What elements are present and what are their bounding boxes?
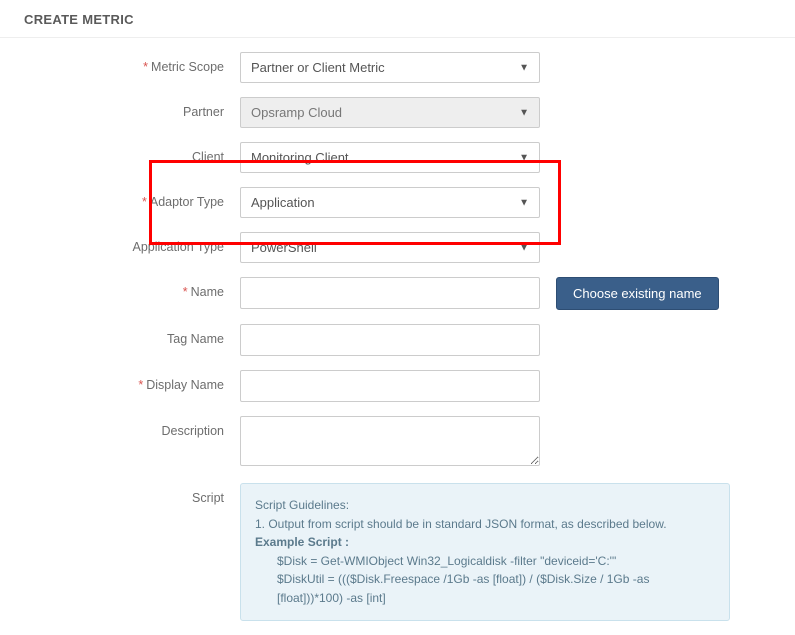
label-client: Client bbox=[0, 142, 240, 164]
label-partner: Partner bbox=[0, 97, 240, 119]
script-code-line-1: $Disk = Get-WMIObject Win32_Logicaldisk … bbox=[277, 552, 715, 571]
label-script: Script bbox=[0, 483, 240, 505]
script-guidelines-line1: 1. Output from script should be in stand… bbox=[255, 515, 715, 534]
label-description: Description bbox=[0, 416, 240, 438]
label-metric-scope: *Metric Scope bbox=[0, 52, 240, 74]
description-textarea[interactable] bbox=[240, 416, 540, 466]
chevron-down-icon: ▼ bbox=[519, 62, 529, 73]
label-display-name: *Display Name bbox=[0, 370, 240, 392]
chevron-down-icon: ▼ bbox=[519, 242, 529, 253]
choose-existing-name-button[interactable]: Choose existing name bbox=[556, 277, 719, 310]
script-guidelines-heading: Script Guidelines: bbox=[255, 496, 715, 515]
adaptor-type-select[interactable]: Application ▼ bbox=[240, 187, 540, 218]
script-guidelines-panel: Script Guidelines: 1. Output from script… bbox=[240, 483, 730, 621]
display-name-input[interactable] bbox=[240, 370, 540, 402]
create-metric-form: *Metric Scope Partner or Client Metric ▼… bbox=[0, 38, 795, 621]
application-type-select[interactable]: PowerShell ▼ bbox=[240, 232, 540, 263]
script-example-label: Example Script : bbox=[255, 533, 715, 552]
chevron-down-icon: ▼ bbox=[519, 107, 529, 118]
label-adaptor-type: *Adaptor Type bbox=[0, 187, 240, 209]
label-tag-name: Tag Name bbox=[0, 324, 240, 346]
partner-select[interactable]: Opsramp Cloud ▼ bbox=[240, 97, 540, 128]
chevron-down-icon: ▼ bbox=[519, 197, 529, 208]
label-name: *Name bbox=[0, 277, 240, 299]
metric-scope-select[interactable]: Partner or Client Metric ▼ bbox=[240, 52, 540, 83]
name-input[interactable] bbox=[240, 277, 540, 309]
chevron-down-icon: ▼ bbox=[519, 152, 529, 163]
script-code-line-2: $DiskUtil = ((($Disk.Freespace /1Gb -as … bbox=[277, 570, 715, 607]
page-title: CREATE METRIC bbox=[0, 0, 795, 38]
label-application-type: Application Type bbox=[0, 232, 240, 254]
tag-name-input[interactable] bbox=[240, 324, 540, 356]
client-select[interactable]: Monitoring Client ▼ bbox=[240, 142, 540, 173]
